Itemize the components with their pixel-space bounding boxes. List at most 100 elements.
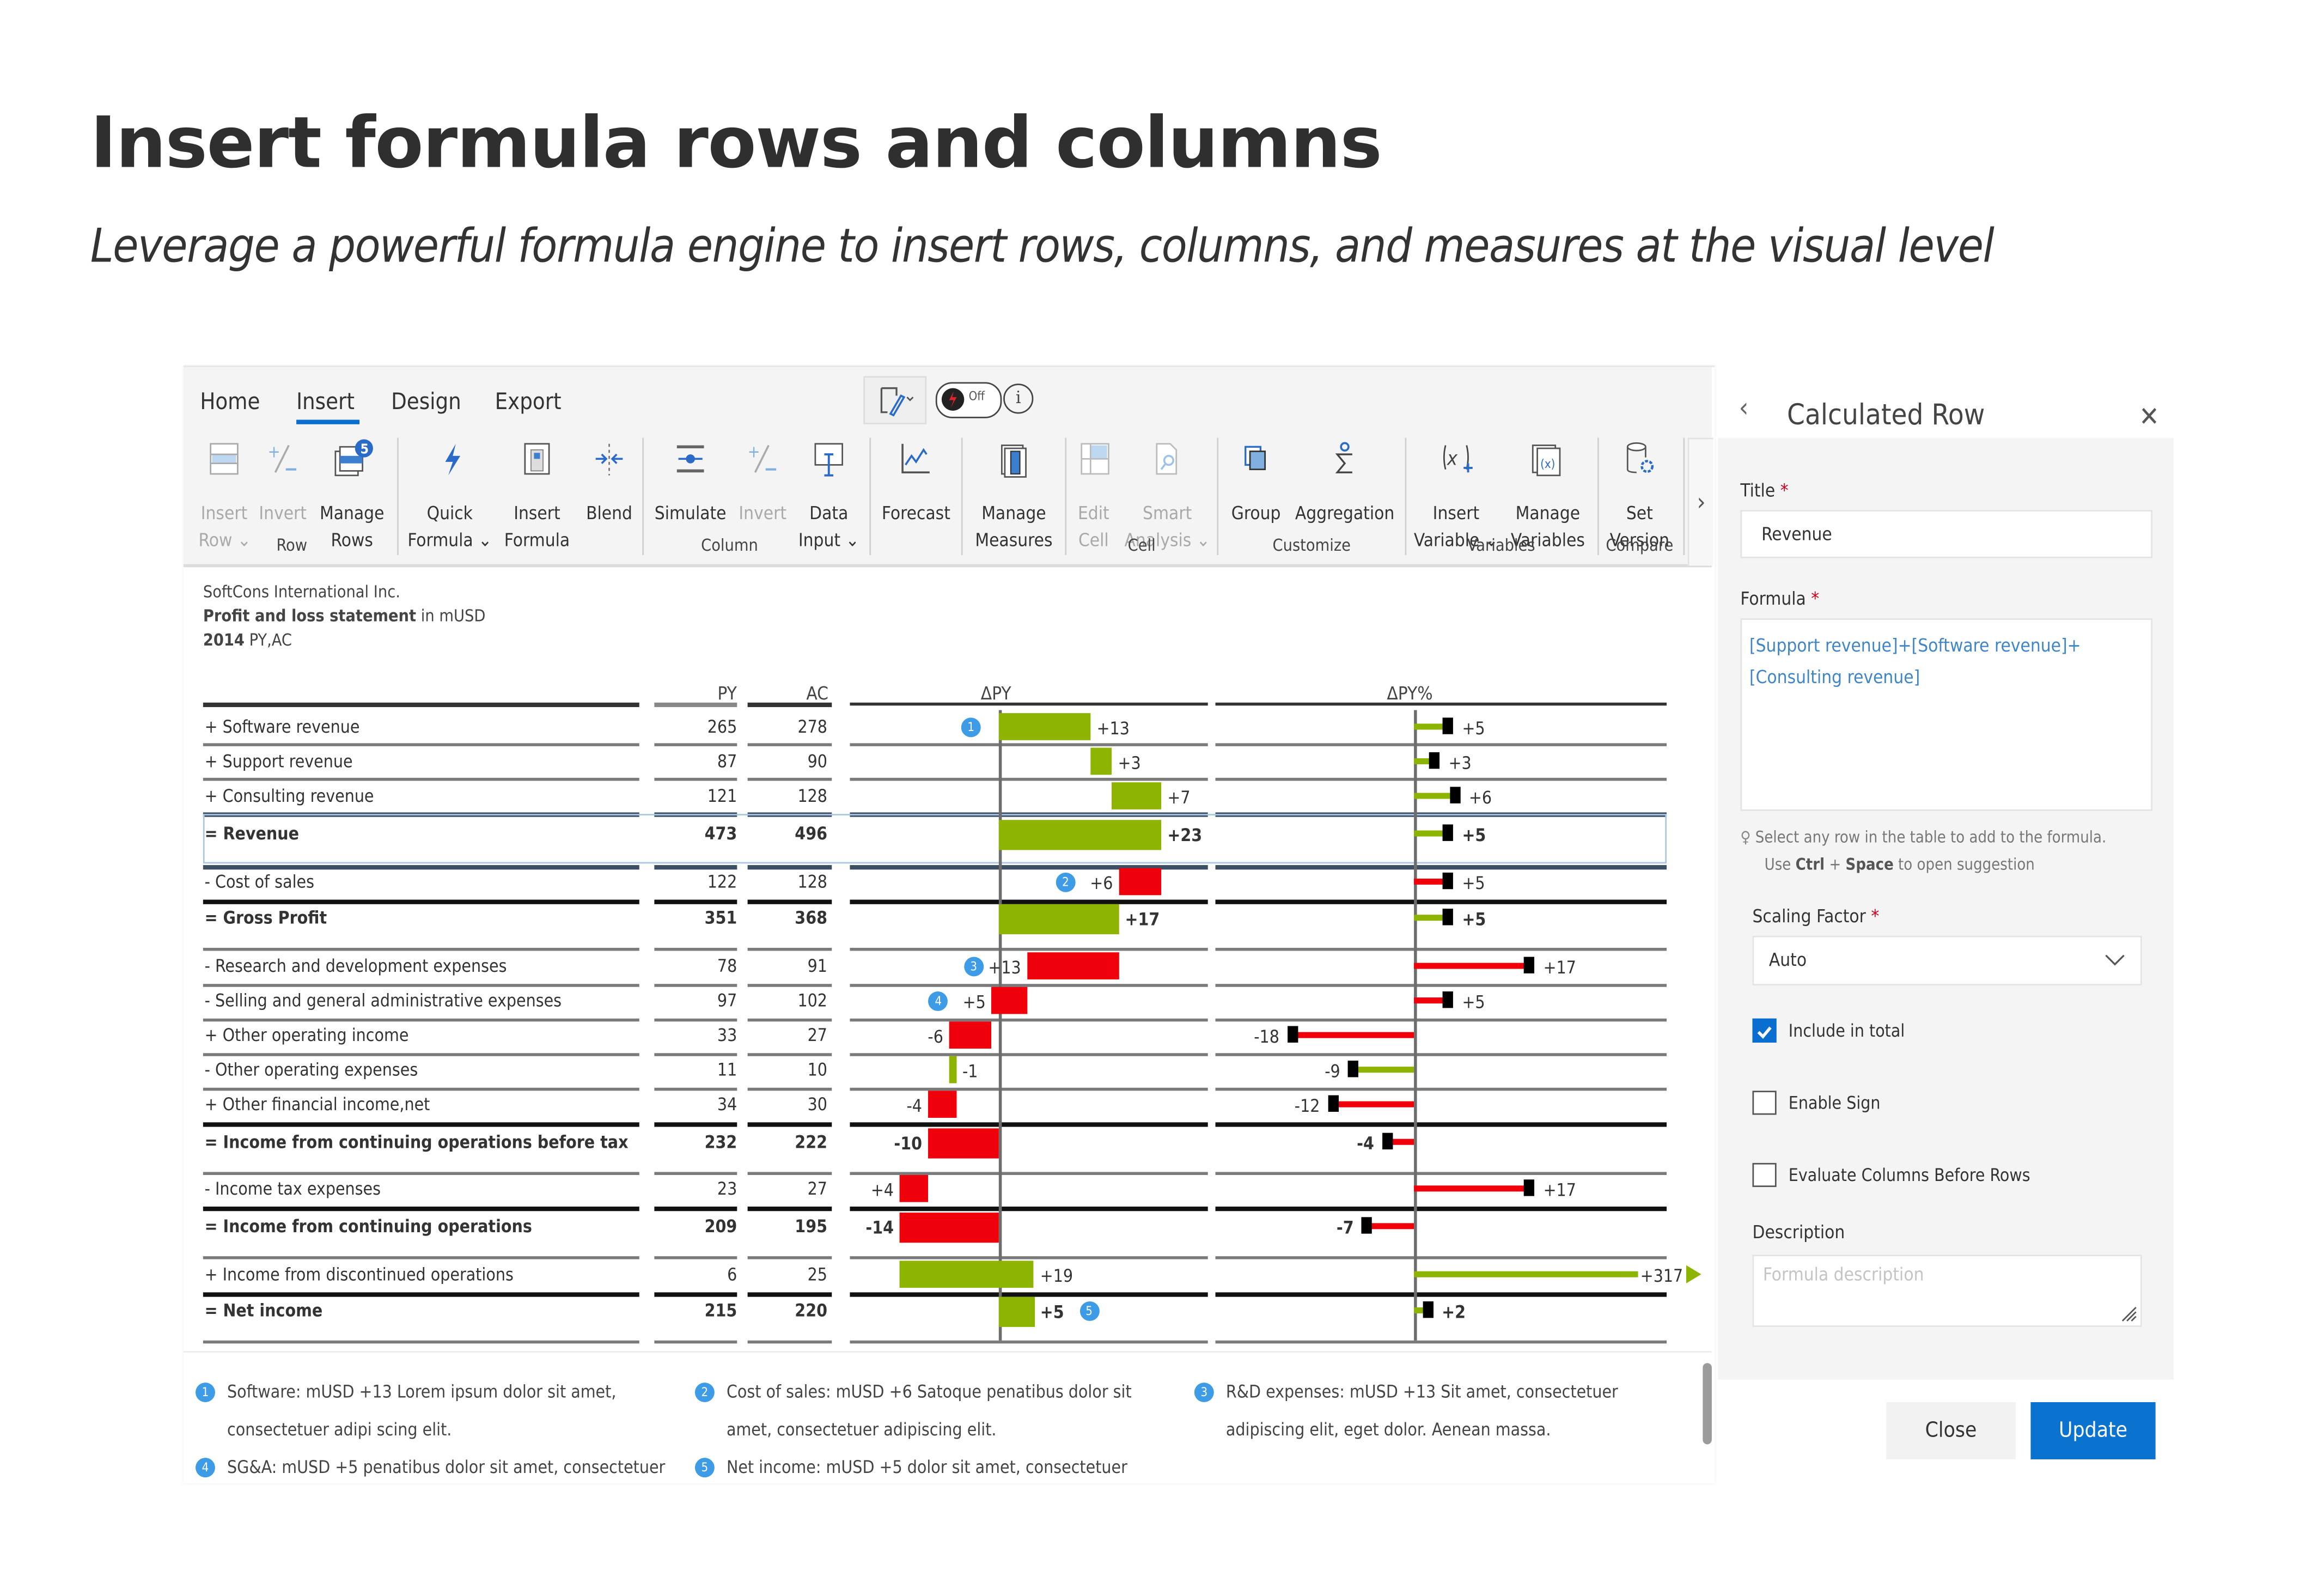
comment-text: Net income: mUSD +5 dolor sit amet, cons… <box>726 1456 1127 1478</box>
ac-value: 128 <box>797 871 827 892</box>
dpy-label: +13 <box>988 957 1021 978</box>
hint-line-1: Select any row in the table to add to th… <box>1755 829 2107 847</box>
enable-sign-label: Enable Sign <box>1788 1092 1881 1113</box>
dpy-label: +7 <box>1167 787 1191 808</box>
formula-editor[interactable]: [Support revenue]+[Software revenue]+[Co… <box>1740 618 2153 811</box>
dpy-bar <box>928 1128 999 1159</box>
dpy-bar <box>998 820 1162 850</box>
comment-badge[interactable]: 1 <box>961 717 981 738</box>
update-button[interactable]: Update <box>2030 1402 2156 1459</box>
scaling-factor-value: Auto <box>1768 949 1807 971</box>
pct-pin-stem <box>1414 793 1455 799</box>
close-button[interactable]: Close <box>1886 1402 2016 1459</box>
pct-label: +5 <box>1462 909 1486 930</box>
py-value: 121 <box>707 785 737 807</box>
pct-label: +17 <box>1543 1179 1576 1201</box>
pct-pin-head <box>1442 872 1453 890</box>
row-label: + Other financial income,net <box>204 1093 430 1115</box>
resize-handle-icon[interactable] <box>2119 1304 2137 1322</box>
page-subtitle: Leverage a powerful formula engine to in… <box>90 220 1994 274</box>
py-value: 265 <box>707 716 737 738</box>
scaling-factor-select[interactable]: Auto <box>1752 935 2142 985</box>
scaling-label-text: Scaling Factor <box>1752 905 1866 927</box>
pct-label: -18 <box>1254 1026 1279 1048</box>
pct-pin-stem <box>1292 1032 1414 1038</box>
comments-area: 1 Software: mUSD +13 Lorem ipsum dolor s… <box>183 1351 1712 1485</box>
row-label: - Selling and general administrative exp… <box>204 990 562 1011</box>
ac-value: 27 <box>807 1178 827 1200</box>
dpy-bar <box>1090 747 1112 775</box>
formula-hint: ♀ Select any row in the table to add to … <box>1740 824 2106 878</box>
comment-badge[interactable]: 2 <box>1056 872 1076 892</box>
comment-badge: 5 <box>694 1458 715 1478</box>
close-icon[interactable]: ✕ <box>2139 401 2160 433</box>
dpy-label: -4 <box>906 1095 922 1117</box>
include-in-total-label: Include in total <box>1788 1020 1905 1042</box>
py-value: 34 <box>717 1093 737 1115</box>
pct-pin-head <box>1327 1095 1338 1112</box>
back-chevron-icon[interactable]: ‹ <box>1739 393 1749 424</box>
vertical-scrollbar[interactable] <box>1703 1363 1712 1445</box>
row-separator <box>747 1340 832 1343</box>
include-in-total-checkbox[interactable] <box>1752 1018 1777 1043</box>
hint-ctrl-key: Ctrl <box>1795 856 1825 874</box>
pct-label: +317 <box>1640 1265 1683 1287</box>
ac-value: 102 <box>797 990 827 1011</box>
table-row[interactable] <box>203 745 1667 778</box>
table-row[interactable] <box>203 1053 1667 1086</box>
dpy-bar <box>1119 868 1162 896</box>
comment-text: R&D expenses: mUSD +13 Sit amet, consect… <box>1225 1381 1618 1402</box>
comment-badge[interactable]: 3 <box>963 957 984 977</box>
ac-value: 128 <box>797 785 827 807</box>
py-value: 78 <box>717 955 737 977</box>
dpy-bar <box>998 1296 1034 1327</box>
panel-header: ‹ Calculated Row ✕ <box>1717 366 2174 438</box>
comment-text: Software: mUSD +13 Lorem ipsum dolor sit… <box>227 1381 617 1402</box>
pct-pin-stem <box>1414 1185 1529 1192</box>
pct-pin-head <box>1347 1061 1358 1077</box>
pct-pin-head <box>1422 1301 1433 1318</box>
dpy-bar <box>1112 782 1162 809</box>
row-label: = Revenue <box>204 823 299 844</box>
ac-value: 496 <box>795 823 827 844</box>
dpy-label: +4 <box>870 1179 894 1201</box>
row-label: - Income tax expenses <box>204 1178 381 1200</box>
required-asterisk: * <box>1780 480 1789 501</box>
formula-value: [Support revenue]+[Software revenue]+[Co… <box>1749 635 2081 688</box>
description-placeholder: Formula description <box>1762 1263 1924 1285</box>
pct-label: +3 <box>1448 752 1472 774</box>
ac-value: 195 <box>795 1215 827 1237</box>
py-value: 215 <box>704 1300 737 1321</box>
dpy-label: +5 <box>1040 1301 1064 1323</box>
dpy-bar <box>900 1261 1034 1288</box>
py-value: 473 <box>704 823 737 844</box>
enable-sign-checkbox[interactable] <box>1752 1091 1777 1115</box>
dpy-bar <box>998 904 1119 935</box>
dpy-bar <box>928 1091 956 1118</box>
dpy-bar <box>900 1213 999 1243</box>
pct-pin-head <box>1449 787 1460 803</box>
evaluate-columns-checkbox[interactable] <box>1752 1162 1777 1188</box>
dpy-label: +13 <box>1096 717 1130 739</box>
row-label: + Other operating income <box>204 1024 409 1046</box>
ac-value: 368 <box>795 907 827 929</box>
panel-form: Title * Revenue Formula * [Support reven… <box>1717 437 2174 1380</box>
ac-value: 222 <box>795 1131 827 1153</box>
dpy-bar <box>900 1174 928 1202</box>
title-input[interactable]: Revenue <box>1740 510 2153 558</box>
dpy-label: +23 <box>1167 824 1203 846</box>
pct-label: +5 <box>1462 991 1485 1013</box>
hint-plus: + <box>1825 856 1846 874</box>
title-input-value: Revenue <box>1761 523 1832 545</box>
row-label: = Gross Profit <box>204 907 327 929</box>
title-label-text: Title <box>1740 480 1776 501</box>
report-app: Home Insert Design Export Off i Insert Ro… <box>183 366 1715 1485</box>
comment-badge: 1 <box>196 1383 215 1402</box>
hint-use: Use <box>1764 856 1796 874</box>
dpy-label: -6 <box>928 1026 943 1048</box>
pl-statement-table: + Software revenue 265 278 +13 1 +5 + Support … <box>184 367 1712 1351</box>
pct-pin-stem <box>1353 1067 1414 1073</box>
description-textarea[interactable]: Formula description <box>1752 1255 2142 1327</box>
calculated-row-panel: ‹ Calculated Row ✕ Title * Revenue Formu… <box>1717 366 2174 1482</box>
pct-pin-head <box>1442 991 1453 1008</box>
